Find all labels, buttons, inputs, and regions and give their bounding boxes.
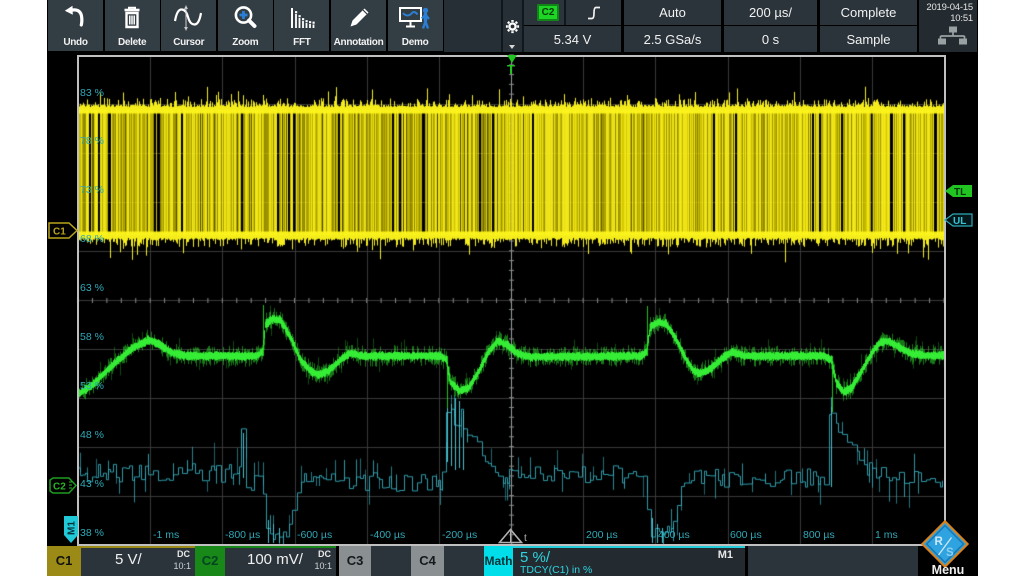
svg-text:UL: UL: [953, 216, 966, 227]
svg-text:t: t: [524, 533, 527, 544]
svg-text:S: S: [946, 547, 954, 559]
svg-text:C1: C1: [53, 227, 66, 238]
svg-text:C2: C2: [53, 482, 66, 493]
svg-text:M1: M1: [67, 521, 78, 535]
svg-text:TL: TL: [954, 187, 966, 198]
svg-text:R: R: [935, 536, 944, 548]
